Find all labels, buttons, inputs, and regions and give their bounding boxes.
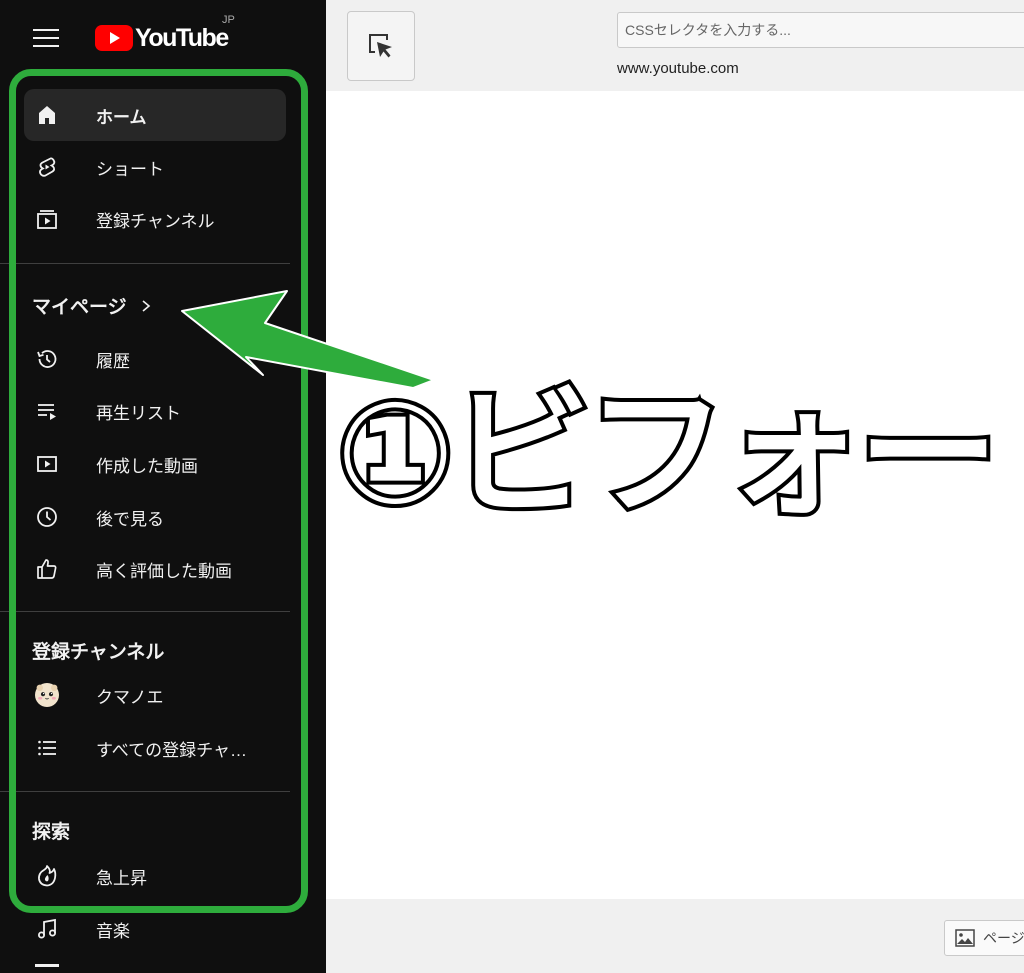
menu-icon[interactable] [33,26,59,48]
youtube-logo[interactable]: YouTube [95,22,229,54]
cursor-select-icon [369,34,392,58]
sidebar-item-label: 音楽 [96,921,130,941]
highlight-frame [9,69,308,913]
before-callout: ①ビフォー [332,373,1003,536]
image-icon [955,929,975,947]
youtube-play-icon [95,25,133,51]
music-icon [35,917,59,941]
logo-text: YouTube [135,23,229,52]
page-button-label: ページ [983,930,1024,946]
masthead: YouTube JP [0,0,326,76]
toolbar: www.youtube.com [326,0,1024,91]
css-selector-input[interactable] [617,12,1024,48]
element-picker-button[interactable] [347,11,415,81]
bottom-bar: ページ [326,899,1024,973]
next-item-icon-partial [35,964,59,967]
page-capture-button[interactable]: ページ [944,920,1024,956]
region-code: JP [222,14,235,26]
youtube-sidebar: YouTube JP ホーム ショート 登録チャンネル マイページ 履歴 再生リ… [0,0,326,973]
page-url: www.youtube.com [617,60,739,77]
